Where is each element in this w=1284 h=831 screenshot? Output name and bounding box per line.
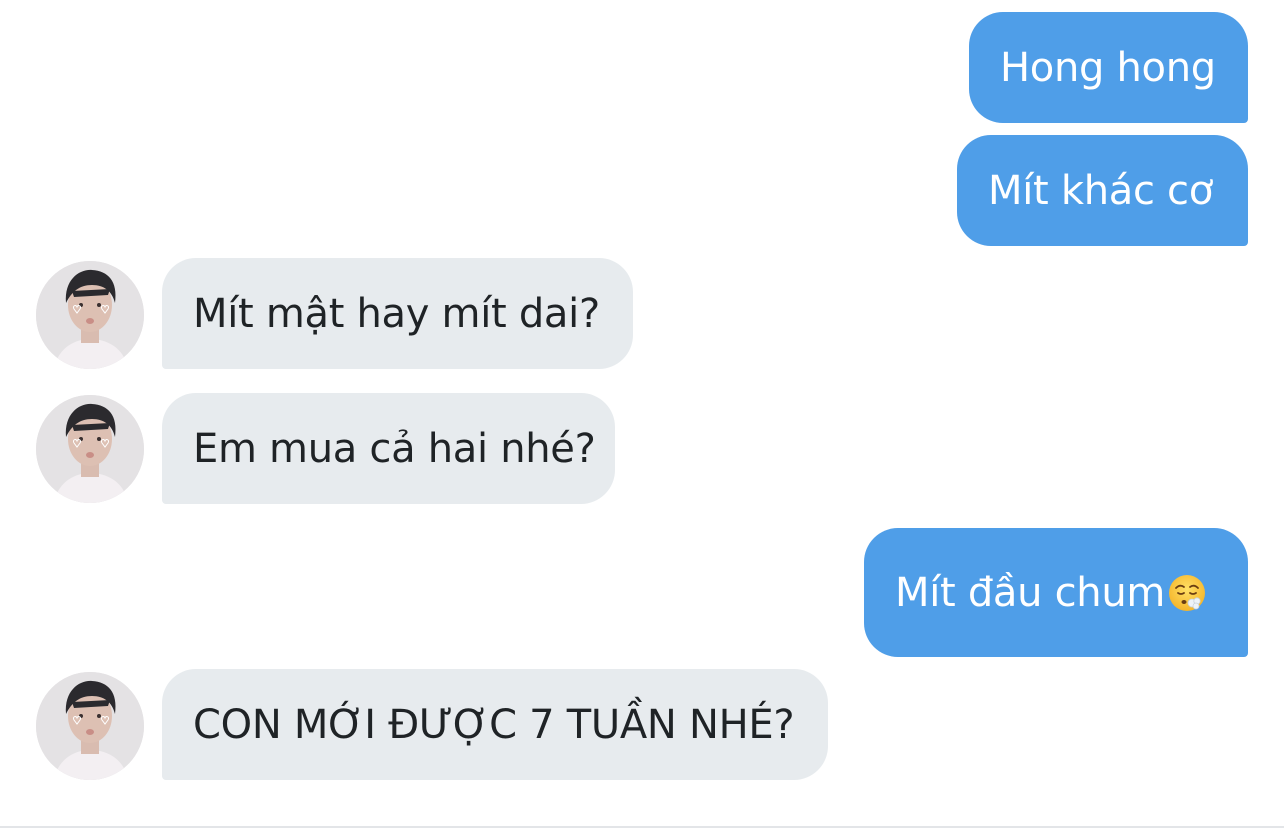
message-text: Mít mật hay mít dai? <box>193 290 600 337</box>
message-bubble-incoming[interactable]: Em mua cả hai nhé? <box>162 393 615 504</box>
avatar-photo-icon <box>36 261 144 369</box>
face-exhaling-icon <box>1167 573 1207 613</box>
message-text: CON MỚI ĐƯỢC 7 TUẦN NHÉ? <box>193 701 795 748</box>
message-bubble-incoming[interactable]: Mít mật hay mít dai? <box>162 258 633 369</box>
contact-avatar[interactable] <box>36 672 144 780</box>
message-text: Em mua cả hai nhé? <box>193 425 596 472</box>
message-text: Mít đầu chum <box>895 569 1166 616</box>
contact-avatar[interactable] <box>36 261 144 369</box>
message-text: Mít khác cơ <box>988 167 1213 214</box>
avatar-photo-icon <box>36 672 144 780</box>
message-text: Hong hong <box>1000 44 1216 91</box>
divider <box>0 826 1284 828</box>
message-bubble-outgoing[interactable]: Mít đầu chum <box>864 528 1248 657</box>
contact-avatar[interactable] <box>36 395 144 503</box>
message-bubble-outgoing[interactable]: Mít khác cơ <box>957 135 1248 246</box>
message-bubble-incoming[interactable]: CON MỚI ĐƯỢC 7 TUẦN NHÉ? <box>162 669 828 780</box>
message-bubble-outgoing[interactable]: Hong hong <box>969 12 1248 123</box>
avatar-photo-icon <box>36 395 144 503</box>
